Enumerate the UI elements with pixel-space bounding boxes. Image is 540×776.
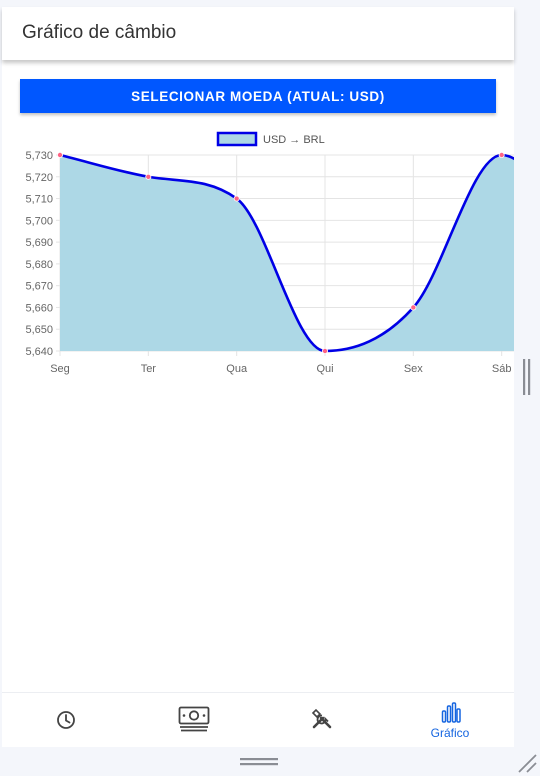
legend-label: USD → BRL xyxy=(263,134,325,146)
exchange-rate-chart: 5,730 5,720 5,710 5,700 5,690 5,680 5,670 5,660… xyxy=(2,117,514,387)
scroll-handle[interactable] xyxy=(521,359,533,395)
y-tick-label: 5,680 xyxy=(25,259,53,271)
y-tick-label: 5,710 xyxy=(25,194,53,206)
y-tick-label: 5,700 xyxy=(25,215,53,227)
y-tick-label: 5,650 xyxy=(25,324,53,336)
x-tick-label: Sáb xyxy=(492,363,512,375)
y-tick-label: 5,640 xyxy=(25,346,53,358)
x-tick-label: Ter xyxy=(141,363,157,375)
data-point xyxy=(410,304,417,311)
nav-item-tools[interactable] xyxy=(258,693,386,747)
money-icon xyxy=(178,706,210,732)
data-point xyxy=(145,173,152,180)
data-point xyxy=(233,195,240,202)
select-currency-button[interactable]: SELECIONAR MOEDA (ATUAL: USD) xyxy=(20,79,496,113)
y-tick-label: 5,670 xyxy=(25,281,53,293)
page-title: Gráfico de câmbio xyxy=(22,22,177,43)
x-tick-label: Qui xyxy=(316,363,333,375)
nav-item-chart[interactable]: Gráfico xyxy=(386,693,514,747)
nav-label-chart: Gráfico xyxy=(430,726,470,740)
app-header: Gráfico de câmbio xyxy=(2,7,514,60)
x-tick-label: Seg xyxy=(50,363,70,375)
data-point xyxy=(321,347,328,354)
app-window: Gráfico de câmbio SELECIONAR MOEDA (ATUA… xyxy=(2,7,514,747)
resize-grip-icon[interactable] xyxy=(516,752,538,774)
x-tick-label: Qua xyxy=(226,363,248,375)
y-tick-label: 5,720 xyxy=(25,172,53,184)
data-point xyxy=(57,152,64,159)
nav-item-exchange[interactable] xyxy=(130,693,258,747)
tools-icon xyxy=(311,708,332,729)
bottom-navigation: Gráfico xyxy=(2,692,514,747)
drag-handle-grip[interactable] xyxy=(240,757,278,767)
x-tick-label: Sex xyxy=(404,363,423,375)
app-frame: Gráfico de câmbio SELECIONAR MOEDA (ATUA… xyxy=(0,0,540,776)
legend-swatch xyxy=(216,131,258,147)
nav-item-history[interactable] xyxy=(2,693,130,747)
y-tick-label: 5,660 xyxy=(25,302,53,314)
y-tick-label: 5,730 xyxy=(25,150,53,162)
data-point xyxy=(498,152,505,159)
history-clock-icon xyxy=(57,711,75,729)
y-tick-label: 5,690 xyxy=(25,237,53,249)
series-area-fill xyxy=(60,155,514,351)
bar-chart-icon xyxy=(441,702,461,723)
chart-svg: 5,730 5,720 5,710 5,700 5,690 5,680 5,670 5,660… xyxy=(25,131,514,375)
